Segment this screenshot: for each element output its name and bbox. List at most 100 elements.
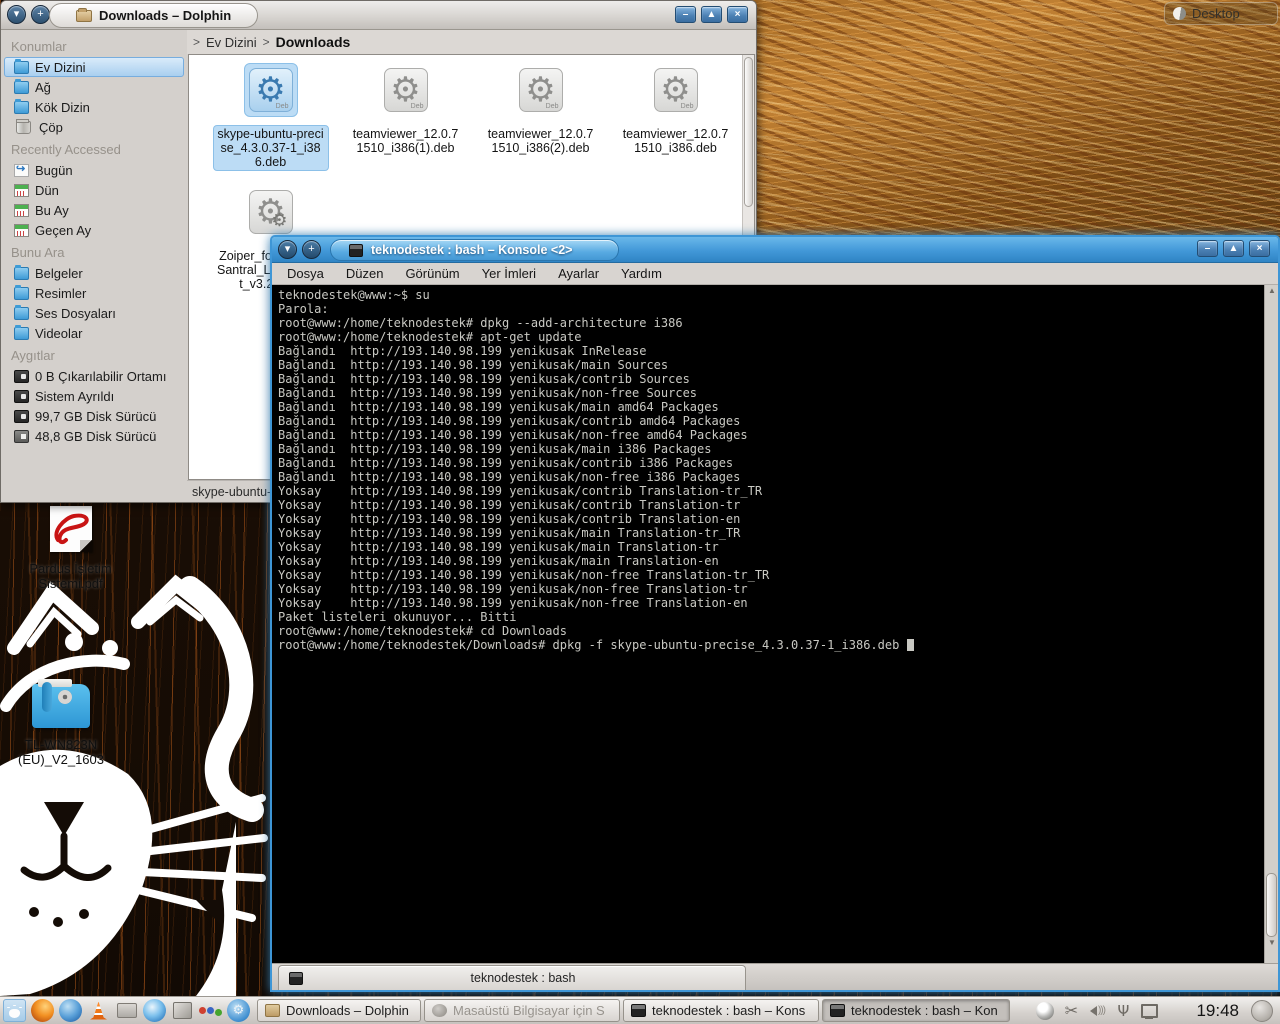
menu-g-r-n-m[interactable]: Görünüm <box>394 266 470 281</box>
menu-d-zen[interactable]: Düzen <box>335 266 395 281</box>
minimize-button[interactable]: – <box>1197 240 1218 257</box>
taskbar-task[interactable]: Downloads – Dolphin <box>257 999 421 1022</box>
terminal-line: Yoksay http://193.140.98.199 yenikusak/n… <box>278 596 1276 610</box>
sidebar-item-d-n[interactable]: Dün <box>4 180 184 200</box>
file-item[interactable]: ⚙Debteamviewer_12.0.71510_i386(1).deb <box>344 63 468 157</box>
new-tab-button[interactable]: + <box>31 5 50 24</box>
folder-home-icon <box>14 61 29 74</box>
maximize-button[interactable]: ▲ <box>701 6 722 23</box>
sidebar-item-ev-dizini[interactable]: Ev Dizini <box>4 57 184 77</box>
pardus-menu-icon[interactable] <box>3 999 26 1022</box>
scroll-up-arrow-icon[interactable]: ▲ <box>1265 285 1278 297</box>
minimize-button[interactable]: – <box>675 6 696 23</box>
file-icon-frame: ⚙Deb <box>244 63 298 117</box>
clipboard-scissors-icon[interactable] <box>1062 1002 1080 1020</box>
sidebar-item-videolar[interactable]: Videolar <box>4 323 184 343</box>
konsole-menubar: DosyaDüzenGörünümYer İmleriAyarlarYardım <box>272 263 1278 285</box>
vlc-icon[interactable] <box>87 999 110 1022</box>
terminal-line: Yoksay http://193.140.98.199 yenikusak/n… <box>278 568 1276 582</box>
firefox-icon[interactable] <box>31 999 54 1022</box>
sidebar-item-0-b-kar-labilir-ortam-[interactable]: 0 B Çıkarılabilir Ortamı <box>4 366 184 386</box>
breadcrumb-item[interactable]: Ev Dizini <box>206 35 257 50</box>
sidebar-item-48-8-gb-disk-s-r-c-[interactable]: 48,8 GB Disk Sürücü <box>4 426 184 446</box>
maximize-button[interactable]: ▲ <box>1223 240 1244 257</box>
network-icon[interactable] <box>1140 1002 1158 1020</box>
sidebar-item-99-7-gb-disk-s-r-c-[interactable]: 99,7 GB Disk Sürücü <box>4 406 184 426</box>
tray-expand-icon[interactable] <box>1166 1002 1184 1020</box>
terminal-line: Bağlandı http://193.140.98.199 yenikusak… <box>278 372 1276 386</box>
folder-documents-icon <box>14 267 29 280</box>
sidebar-item-ses-dosyalar-[interactable]: Ses Dosyaları <box>4 303 184 323</box>
konsole-titlebar[interactable]: ▾ + teknodestek : bash – Konsole <2> – ▲… <box>272 237 1278 263</box>
desktop: Pardus İşletim Sistemi.pdf TL-WN823N (EU… <box>0 0 1280 1024</box>
sidebar-item-k-k-dizin[interactable]: Kök Dizin <box>4 97 184 117</box>
new-tab-button[interactable]: + <box>302 240 321 259</box>
tiger-mural <box>0 570 272 996</box>
sidebar-item-belgeler[interactable]: Belgeler <box>4 263 184 283</box>
file-item[interactable]: ⚙Debteamviewer_12.0.71510_i386(2).deb <box>479 63 603 157</box>
window-title: Downloads – Dolphin <box>99 8 231 23</box>
file-item[interactable]: ⚙Deb skype-ubuntu-precise_4.3.0.37-1_i386… <box>209 63 333 171</box>
sidebar-item-label: Ses Dosyaları <box>35 306 116 321</box>
show-desktop-icon[interactable] <box>1251 1000 1273 1022</box>
file-manager-icon[interactable] <box>115 999 138 1022</box>
places-section-title: Aygıtlar <box>1 343 187 366</box>
sidebar-item--p[interactable]: Çöp <box>4 117 184 137</box>
sidebar-item-resimler[interactable]: Resimler <box>4 283 184 303</box>
image-app-icon[interactable] <box>171 999 194 1022</box>
window-menu-button[interactable]: ▾ <box>7 5 26 24</box>
close-button[interactable]: × <box>1249 240 1270 257</box>
window-menu-button[interactable]: ▾ <box>278 240 297 259</box>
terminal-line: Bağlandı http://193.140.98.199 yenikusak… <box>278 344 1276 358</box>
terminal-line: Yoksay http://193.140.98.199 yenikusak/c… <box>278 484 1276 498</box>
file-icon-frame: ⚙⚙ <box>244 185 298 239</box>
sidebar-item-label: Bugün <box>35 163 73 178</box>
breadcrumb-item[interactable]: Downloads <box>276 34 351 50</box>
breadcrumb[interactable]: >Ev Dizini>Downloads <box>187 30 756 54</box>
thunderbird-icon[interactable] <box>59 999 82 1022</box>
scroll-down-arrow-icon[interactable]: ▼ <box>1265 937 1278 949</box>
sidebar-item-bug-n[interactable]: Bugün <box>4 160 184 180</box>
taskbar-task[interactable]: teknodestek : bash – Kons <box>623 999 819 1022</box>
menu-dosya[interactable]: Dosya <box>276 266 335 281</box>
sidebar-item-bu-ay[interactable]: Bu Ay <box>4 200 184 220</box>
folder-audio-icon <box>14 307 29 320</box>
color-dots-icon[interactable] <box>199 999 222 1022</box>
terminal-line: Yoksay http://193.140.98.199 yenikusak/m… <box>278 554 1276 568</box>
menu-ayarlar[interactable]: Ayarlar <box>547 266 610 281</box>
close-button[interactable]: × <box>727 6 748 23</box>
terminal-scrollbar[interactable]: ▲ ▼ <box>1264 285 1278 963</box>
usb-device-icon[interactable] <box>1114 1002 1132 1020</box>
breadcrumb-separator-icon: > <box>263 35 270 49</box>
places-section-title: Recently Accessed <box>1 137 187 160</box>
menu-yard-m[interactable]: Yardım <box>610 266 673 281</box>
dolphin-title-tab[interactable]: Downloads – Dolphin <box>49 3 258 28</box>
file-item[interactable]: ⚙Debteamviewer_12.0.71510_i386.deb <box>614 63 738 157</box>
sidebar-item-ge-en-ay[interactable]: Geçen Ay <box>4 220 184 240</box>
deb-badge: Deb <box>276 103 289 110</box>
system-settings-icon[interactable] <box>227 999 250 1022</box>
clock[interactable]: 19:48 <box>1192 1001 1243 1021</box>
volume-icon[interactable] <box>1088 1002 1106 1020</box>
taskbar-task[interactable]: teknodestek : bash – Kon <box>822 999 1010 1022</box>
scrollbar-thumb[interactable] <box>1266 873 1277 937</box>
sidebar-item-sistem-ayr-ld-[interactable]: Sistem Ayrıldı <box>4 386 184 406</box>
dolphin-titlebar[interactable]: ▾ + Downloads – Dolphin – ▲ × <box>1 1 756 30</box>
taskbar-task[interactable]: Masaüstü Bilgisayar için S <box>424 999 620 1022</box>
desktop-icon-pardus-pdf[interactable]: Pardus İşletim Sistemi.pdf <box>8 506 133 591</box>
plasma-toolbox[interactable]: Desktop <box>1164 2 1278 25</box>
file-name: skype-ubuntu-precise_4.3.0.37-1_i386.deb <box>213 125 329 171</box>
web-browser-icon[interactable] <box>143 999 166 1022</box>
konsole-title-tab[interactable]: teknodestek : bash – Konsole <2> <box>330 239 619 261</box>
desktop-icon-tl-folder[interactable]: TL-WN823N (EU)_V2_1603 <box>2 684 120 767</box>
terminal-output[interactable]: teknodestek@www:~$ suParola:root@www:/ho… <box>272 285 1278 963</box>
folder-network-icon <box>14 81 29 94</box>
wolf-icon[interactable] <box>1036 1002 1054 1020</box>
sidebar-item-a-[interactable]: Ağ <box>4 77 184 97</box>
window-controls: – ▲ × <box>675 6 748 23</box>
session-tab[interactable]: teknodestek : bash <box>278 965 746 990</box>
menu-yer-i-mleri[interactable]: Yer İmleri <box>471 266 547 281</box>
scrollbar-thumb[interactable] <box>744 57 753 207</box>
terminal-line: Bağlandı http://193.140.98.199 yenikusak… <box>278 414 1276 428</box>
deb-badge: Deb <box>681 103 694 110</box>
